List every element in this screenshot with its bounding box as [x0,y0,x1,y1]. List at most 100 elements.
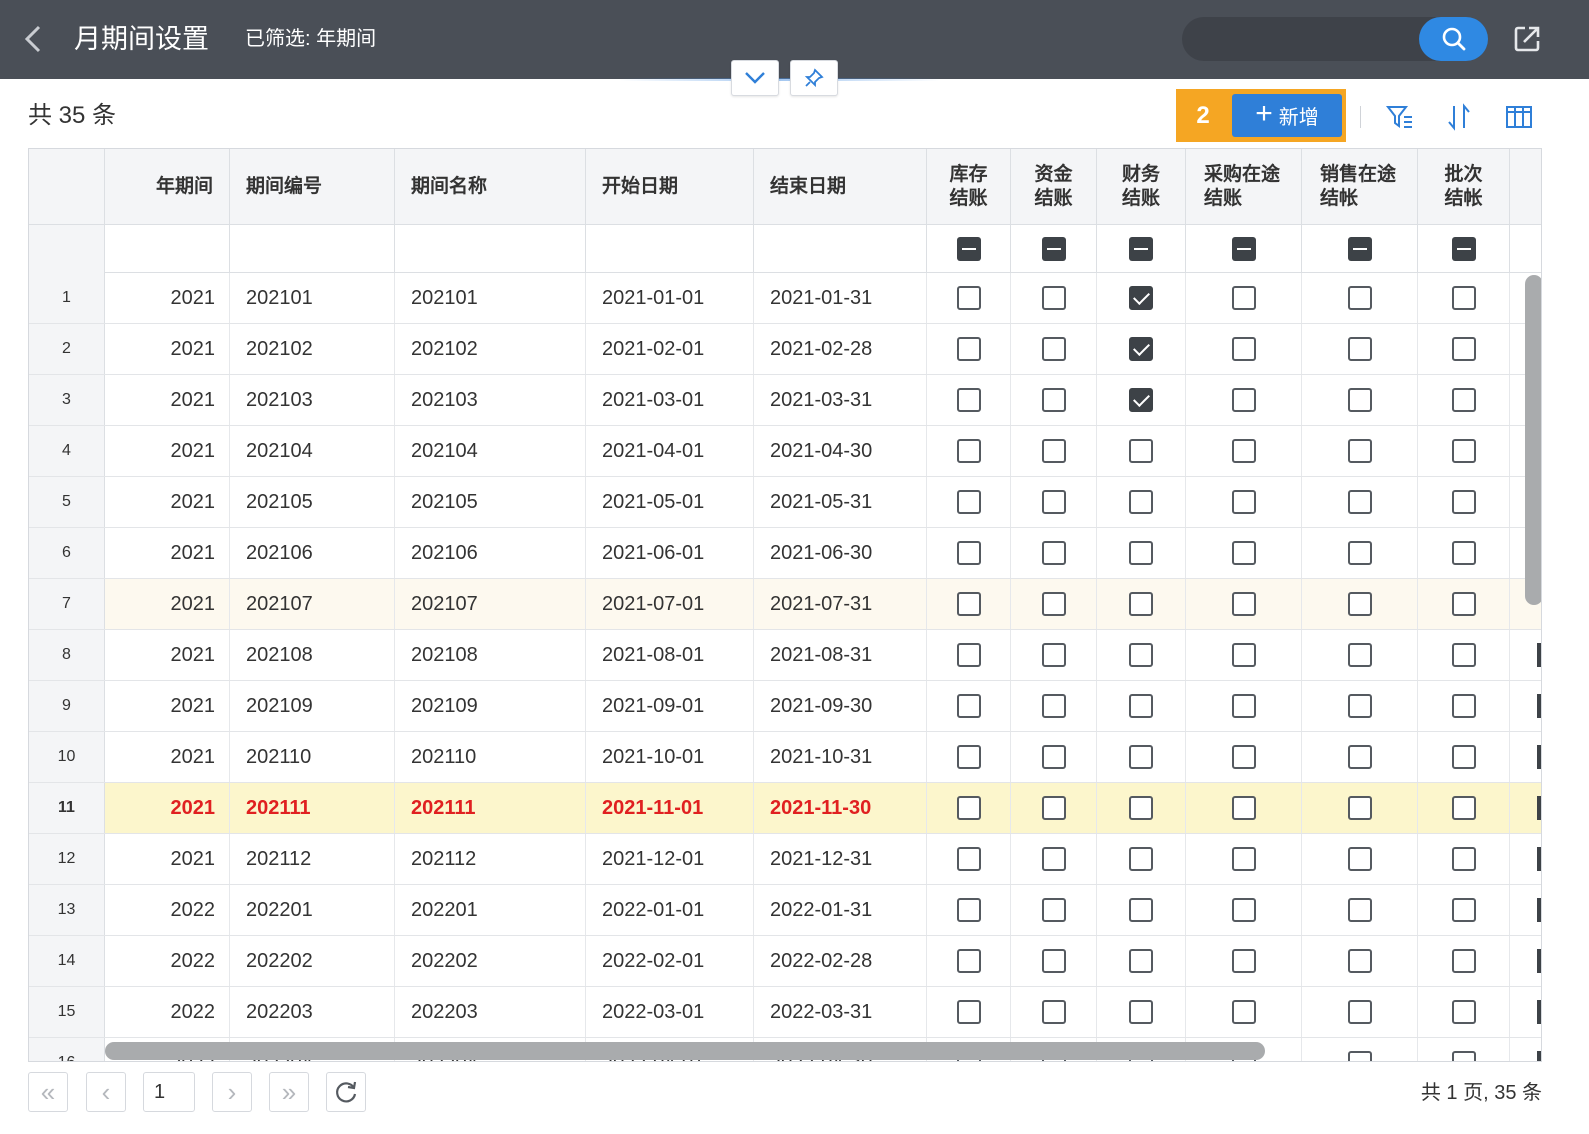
table-row[interactable]: 15 2022 202203 202203 2022-03-01 2022-03-31 [29,987,1541,1038]
table-row[interactable]: 9 2021 202109 202109 2021-09-01 2021-09-30 [29,681,1541,732]
checkbox[interactable] [1451,541,1476,565]
checkbox[interactable] [956,592,981,616]
checkbox[interactable] [1347,439,1372,463]
table-row[interactable]: 7 2021 202107 202107 2021-07-01 2021-07-31 [29,579,1541,630]
checkbox[interactable] [956,286,981,310]
collapse-toggle-button[interactable] [731,60,779,96]
checkbox[interactable] [1041,898,1066,922]
search-button[interactable] [1419,17,1488,61]
pin-button[interactable] [790,60,838,96]
checkbox[interactable] [1041,286,1066,310]
checkbox[interactable] [1041,337,1066,361]
checkbox[interactable] [1347,286,1372,310]
checkbox[interactable] [1347,898,1372,922]
checkbox[interactable] [1451,694,1476,718]
checkbox[interactable] [1347,745,1372,769]
checkbox[interactable] [1129,1000,1153,1024]
first-page-button[interactable]: « [28,1072,68,1112]
column-header-sales[interactable]: 销售在途 结帐 [1302,149,1418,225]
table-row[interactable]: 13 2022 202201 202201 2022-01-01 2022-01-31 [29,885,1541,936]
column-header-end[interactable]: 结束日期 [754,149,927,225]
checkbox[interactable] [1129,490,1153,514]
checkbox[interactable] [1129,847,1153,871]
checkbox[interactable] [1231,592,1256,616]
checkbox[interactable] [1347,694,1372,718]
table-row[interactable]: 8 2021 202108 202108 2021-08-01 2021-08-31 [29,630,1541,681]
checkbox[interactable] [956,949,981,973]
checkbox[interactable] [956,388,981,412]
checkbox[interactable] [1231,694,1256,718]
vertical-scrollbar[interactable] [1525,275,1541,605]
checkbox-checked[interactable] [1129,337,1153,361]
checkbox[interactable] [1451,286,1476,310]
checkbox[interactable] [956,490,981,514]
checkbox[interactable] [956,1000,981,1024]
checkbox[interactable] [956,694,981,718]
checkbox[interactable] [956,541,981,565]
checkbox[interactable] [1231,1000,1256,1024]
checkbox[interactable] [1451,388,1476,412]
refresh-button[interactable] [326,1072,366,1112]
column-header-purchase[interactable]: 采购在途 结账 [1186,149,1302,225]
sort-button[interactable] [1443,101,1475,133]
checkbox[interactable] [1347,1051,1372,1061]
column-header-fin[interactable]: 财务 结账 [1097,149,1186,225]
checkbox[interactable] [956,745,981,769]
tri-state-checkbox[interactable] [1347,237,1372,261]
tri-state-checkbox[interactable] [956,237,981,261]
checkbox[interactable] [1231,949,1256,973]
filter-cell-purchase[interactable] [1186,225,1302,273]
table-row[interactable]: 1 2021 202101 202101 2021-01-01 2021-01-31 [29,273,1541,324]
column-header-year[interactable]: 年期间 [105,149,230,225]
checkbox[interactable] [1041,490,1066,514]
column-header-code[interactable]: 期间编号 [230,149,395,225]
checkbox[interactable] [1041,745,1066,769]
checkbox[interactable] [1451,1000,1476,1024]
tri-state-checkbox[interactable] [1129,237,1153,261]
checkbox[interactable] [1231,847,1256,871]
checkbox[interactable] [1129,643,1153,667]
prev-page-button[interactable]: ‹ [86,1072,126,1112]
checkbox[interactable] [956,898,981,922]
checkbox[interactable] [1129,898,1153,922]
table-row[interactable]: 14 2022 202202 202202 2022-02-01 2022-02-28 [29,936,1541,987]
checkbox[interactable] [1347,337,1372,361]
checkbox[interactable] [1451,337,1476,361]
back-button[interactable] [22,22,50,56]
last-page-button[interactable]: » [269,1072,309,1112]
table-row[interactable]: 3 2021 202103 202103 2021-03-01 2021-03-31 [29,375,1541,426]
checkbox[interactable] [956,337,981,361]
checkbox[interactable] [956,643,981,667]
checkbox[interactable] [1041,592,1066,616]
column-header-name[interactable]: 期间名称 [395,149,586,225]
checkbox[interactable] [1231,745,1256,769]
table-row[interactable]: 5 2021 202105 202105 2021-05-01 2021-05-31 [29,477,1541,528]
checkbox[interactable] [1231,796,1256,820]
next-page-button[interactable]: › [212,1072,252,1112]
column-header-batch[interactable]: 批次 结帐 [1418,149,1510,225]
checkbox[interactable] [1231,643,1256,667]
table-row[interactable]: 6 2021 202106 202106 2021-06-01 2021-06-30 [29,528,1541,579]
table-row[interactable]: 2 2021 202102 202102 2021-02-01 2021-02-28 [29,324,1541,375]
checkbox[interactable] [1451,796,1476,820]
checkbox[interactable] [1451,745,1476,769]
checkbox[interactable] [1041,949,1066,973]
checkbox[interactable] [1347,388,1372,412]
checkbox-checked[interactable] [1129,388,1153,412]
checkbox[interactable] [1041,439,1066,463]
checkbox[interactable] [1231,541,1256,565]
checkbox[interactable] [1347,796,1372,820]
tri-state-checkbox[interactable] [1041,237,1066,261]
checkbox[interactable] [1129,541,1153,565]
table-row[interactable]: 4 2021 202104 202104 2021-04-01 2021-04-30 [29,426,1541,477]
checkbox[interactable] [956,439,981,463]
column-header-inv[interactable]: 库存 结账 [927,149,1011,225]
checkbox[interactable] [1231,286,1256,310]
checkbox[interactable] [1451,592,1476,616]
page-number-input[interactable] [143,1072,195,1112]
checkbox[interactable] [1451,898,1476,922]
checkbox[interactable] [1347,541,1372,565]
checkbox[interactable] [956,796,981,820]
checkbox[interactable] [1041,541,1066,565]
checkbox[interactable] [1231,490,1256,514]
